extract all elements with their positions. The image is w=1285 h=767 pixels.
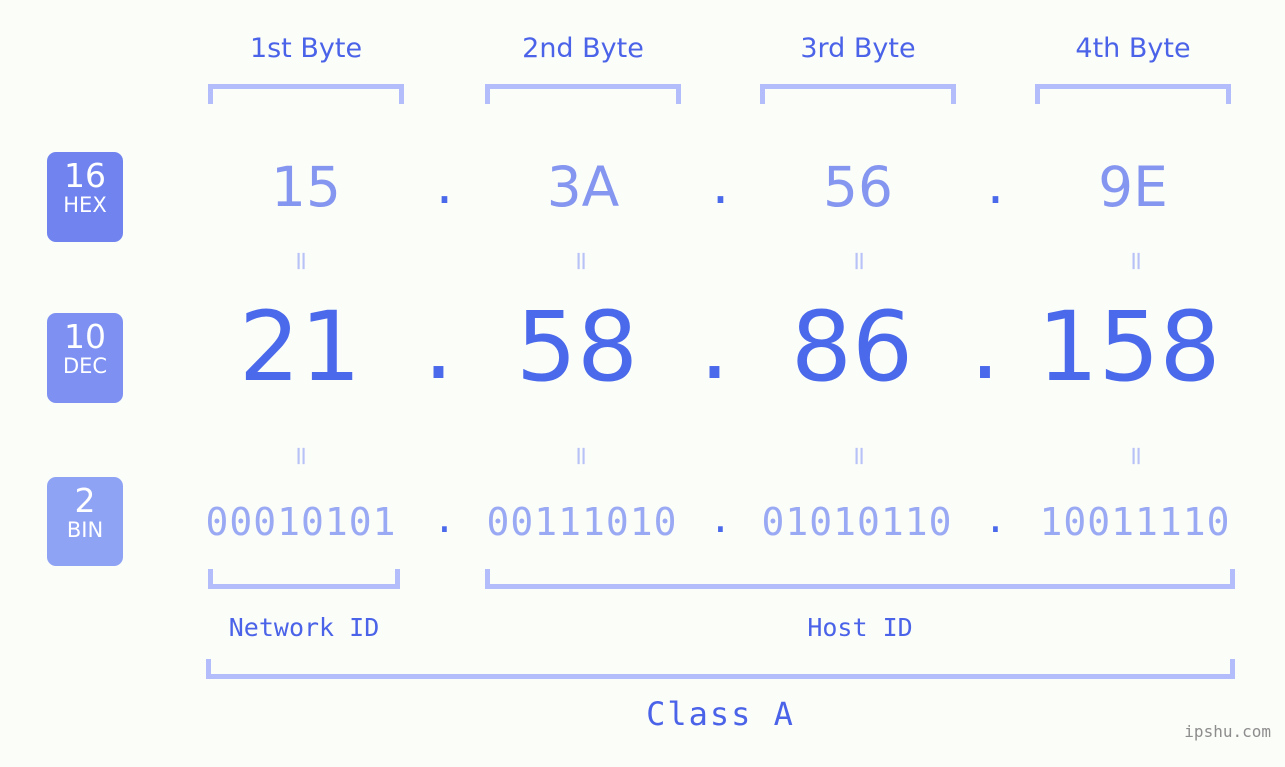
base-badge-bin: 2 BIN	[47, 477, 123, 566]
base-badge-bin-number: 2	[74, 481, 96, 520]
ip-breakdown-diagram: 1st Byte 2nd Byte 3rd Byte 4th Byte 16 H…	[0, 0, 1285, 767]
class-label: Class A	[646, 695, 795, 733]
equals-mark-hex-dec-1: =	[286, 250, 316, 272]
equals-mark-hex-dec-2: =	[566, 250, 596, 272]
bin-byte-4: 10011110	[1039, 500, 1231, 544]
host-id-bracket	[485, 569, 1235, 589]
byte-header-3: 3rd Byte	[800, 33, 916, 64]
equals-mark-hex-dec-4: =	[1121, 250, 1151, 272]
base-badge-dec-number: 10	[64, 317, 106, 356]
equals-mark-dec-bin-4: =	[1121, 445, 1151, 467]
dec-byte-3: 86	[790, 291, 914, 403]
dec-byte-1: 21	[238, 291, 362, 403]
bin-separator-1: .	[433, 497, 456, 541]
equals-mark-dec-bin-3: =	[844, 445, 874, 467]
bin-separator-2: .	[709, 497, 732, 541]
hex-byte-3: 56	[823, 155, 893, 219]
hex-separator-1: .	[435, 152, 454, 216]
base-badge-dec-label: DEC	[62, 354, 108, 378]
base-badge-hex-label: HEX	[63, 193, 107, 217]
bin-byte-1: 00010101	[205, 500, 397, 544]
byte-bracket-top-3	[760, 84, 956, 104]
dec-separator-3: .	[969, 289, 1001, 401]
byte-header-4: 4th Byte	[1075, 33, 1191, 64]
bin-separator-3: .	[984, 497, 1007, 541]
dec-byte-4: 158	[1037, 291, 1221, 403]
byte-header-1: 1st Byte	[249, 33, 363, 64]
base-badge-dec: 10 DEC	[47, 313, 123, 403]
hex-byte-2: 3A	[546, 155, 620, 219]
host-id-label: Host ID	[807, 613, 913, 642]
base-badge-bin-label: BIN	[66, 518, 104, 542]
equals-mark-hex-dec-3: =	[844, 250, 874, 272]
bin-byte-3: 01010110	[761, 500, 953, 544]
equals-mark-dec-bin-1: =	[286, 445, 316, 467]
hex-byte-4: 9E	[1098, 155, 1168, 219]
dec-separator-1: .	[423, 289, 454, 401]
network-id-bracket	[208, 569, 400, 589]
network-id-label: Network ID	[228, 613, 380, 642]
bin-byte-2: 00111010	[486, 500, 678, 544]
base-badge-hex: 16 HEX	[47, 152, 123, 242]
dec-byte-2: 58	[515, 291, 639, 403]
byte-bracket-top-4	[1035, 84, 1231, 104]
watermark: ipshu.com	[1184, 722, 1271, 741]
byte-header-2: 2nd Byte	[522, 33, 644, 64]
dec-separator-2: .	[699, 289, 730, 401]
equals-mark-dec-bin-2: =	[566, 445, 596, 467]
class-bracket	[206, 659, 1235, 679]
hex-byte-1: 15	[271, 155, 341, 219]
byte-bracket-top-2	[485, 84, 681, 104]
byte-bracket-top-1	[208, 84, 404, 104]
base-badge-hex-number: 16	[64, 156, 106, 195]
hex-separator-2: .	[711, 152, 730, 216]
hex-separator-3: .	[986, 152, 1005, 216]
